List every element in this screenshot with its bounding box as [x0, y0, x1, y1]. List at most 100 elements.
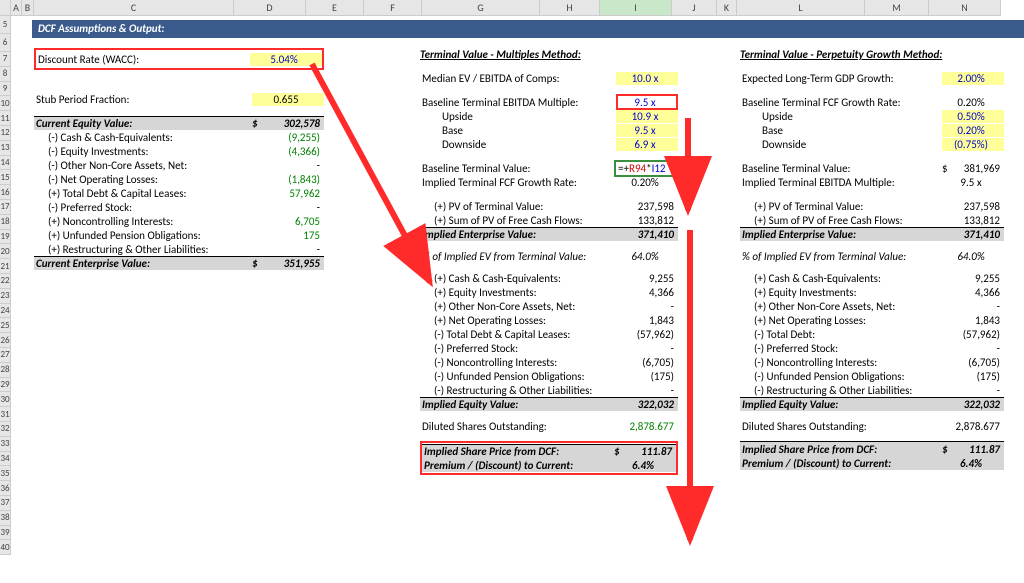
right-down-value[interactable]: (0.75%) — [942, 138, 1004, 151]
row-hdr-24[interactable]: 24 — [0, 304, 11, 319]
gdp-value[interactable]: 2.00% — [942, 72, 1004, 85]
row-hdr-6[interactable]: 6 — [0, 34, 11, 52]
right-bridge-row: (-) Restructuring & Other Liabilities:- — [740, 383, 1004, 397]
row-hdr-34[interactable]: 34 — [0, 452, 11, 467]
row-hdr-25[interactable]: 25 — [0, 318, 11, 333]
right-down-label: Downside — [740, 138, 942, 151]
col-hdr-B[interactable]: B — [22, 0, 34, 16]
left-bridge-label: (-) Preferred Stock: — [34, 201, 252, 214]
row-hdr-39[interactable]: 39 — [0, 526, 11, 541]
row-hdr-5[interactable]: 5 — [0, 16, 11, 34]
baseline-mult-value[interactable]: 9.5 x — [616, 94, 678, 110]
col-hdr-J[interactable]: J — [672, 0, 717, 16]
row-hdr-8[interactable]: 8 — [0, 67, 11, 82]
discount-rate-value[interactable]: 5.04% — [250, 53, 322, 66]
right-bridge-label: (+) Other Non-Core Assets, Net: — [740, 300, 942, 313]
col-hdr-G[interactable]: G — [422, 0, 540, 16]
mid-block: Terminal Value - Multiples Method: Media… — [420, 48, 678, 475]
row-hdr-37[interactable]: 37 — [0, 496, 11, 511]
right-isp-label: Implied Share Price from DCF: — [740, 443, 942, 456]
right-bridge-label: (+) Net Operating Losses: — [740, 314, 942, 327]
section-title: DCF Assumptions & Output: — [32, 20, 1024, 38]
mid-bridge-value: (57,962) — [616, 328, 678, 341]
right-bridge-value: - — [942, 384, 1004, 397]
mid-bridge-value: (6,705) — [616, 356, 678, 369]
left-bridge-row: (+) Total Debt & Capital Leases:57,962 — [34, 186, 324, 200]
worksheet-area[interactable]: DCF Assumptions & Output: Discount Rate … — [22, 16, 1024, 583]
right-upside-value[interactable]: 0.50% — [942, 110, 1004, 123]
row-hdr-28[interactable]: 28 — [0, 363, 11, 378]
row-hdr-33[interactable]: 33 — [0, 437, 11, 452]
row-hdr-9[interactable]: 9 — [0, 82, 11, 97]
median-ev-value[interactable]: 10.0 x — [616, 72, 678, 85]
col-hdr-N[interactable]: N — [929, 0, 1001, 16]
row-hdr-17[interactable]: 17 — [0, 200, 11, 215]
mid-pct-label: % of Implied EV from Terminal Value: — [420, 250, 616, 263]
col-hdr-D[interactable]: D — [234, 0, 306, 16]
col-hdr-L[interactable]: L — [737, 0, 865, 16]
row-hdr-15[interactable]: 15 — [0, 170, 11, 185]
row-hdr-7[interactable]: 7 — [0, 52, 11, 67]
right-base-value[interactable]: 0.20% — [942, 124, 1004, 137]
left-bridge-label: (+) Total Debt & Capital Leases: — [34, 187, 252, 200]
row-hdr-21[interactable]: 21 — [0, 259, 11, 274]
row-hdr-22[interactable]: 22 — [0, 274, 11, 289]
col-hdr-F[interactable]: F — [364, 0, 422, 16]
row-hdr-26[interactable]: 26 — [0, 333, 11, 348]
mid-bridge-row: (+) Net Operating Losses:1,843 — [420, 313, 678, 327]
left-bridge-row: (+) Noncontrolling Interests:6,705 — [34, 214, 324, 228]
row-hdr-36[interactable]: 36 — [0, 481, 11, 496]
stub-period-value[interactable]: 0.655 — [252, 93, 324, 106]
right-result-box: Implied Share Price from DCF:$111.87 Pre… — [740, 441, 1004, 470]
left-bridge-value: - — [252, 201, 324, 214]
col-hdr-corner[interactable] — [0, 0, 11, 16]
left-bridge-value: 6,705 — [252, 215, 324, 228]
right-upside-label: Upside — [740, 110, 942, 123]
discount-rate-label: Discount Rate (WACC): — [36, 53, 250, 66]
row-hdr-10[interactable]: 10 — [0, 96, 11, 111]
col-hdr-M[interactable]: M — [865, 0, 929, 16]
row-hdr-23[interactable]: 23 — [0, 289, 11, 304]
discount-rate-row: Discount Rate (WACC): 5.04% — [34, 48, 324, 70]
row-hdr-12[interactable]: 12 — [0, 126, 11, 141]
row-hdr-40[interactable]: 40 — [0, 540, 11, 555]
row-hdr-13[interactable]: 13 — [0, 141, 11, 156]
mid-bridge-value: 4,366 — [616, 286, 678, 299]
row-hdr-31[interactable]: 31 — [0, 407, 11, 422]
col-hdr-C[interactable]: C — [34, 0, 234, 16]
col-hdr-A[interactable]: A — [11, 0, 22, 16]
row-hdr-32[interactable]: 32 — [0, 422, 11, 437]
row-hdr-38[interactable]: 38 — [0, 511, 11, 526]
mid-isp-label: Implied Share Price from DCF: — [422, 445, 614, 458]
row-hdr-27[interactable]: 27 — [0, 348, 11, 363]
mid-upside-value[interactable]: 10.9 x — [616, 110, 678, 123]
left-block: Discount Rate (WACC): 5.04% Stub Period … — [34, 48, 324, 270]
mid-pv-fcf-label: (+) Sum of PV of Free Cash Flows: — [420, 214, 616, 227]
right-bridge-label: (-) Restructuring & Other Liabilities: — [740, 384, 942, 397]
mid-dso-label: Diluted Shares Outstanding: — [420, 420, 616, 433]
mid-bridge-row: (-) Total Debt & Capital Leases:(57,962) — [420, 327, 678, 341]
row-hdr-19[interactable]: 19 — [0, 230, 11, 245]
row-hdr-11[interactable]: 11 — [0, 111, 11, 126]
right-bridge-value: 9,255 — [942, 272, 1004, 285]
row-hdr-16[interactable]: 16 — [0, 185, 11, 200]
col-hdr-H[interactable]: H — [540, 0, 600, 16]
mid-down-value[interactable]: 6.9 x — [616, 138, 678, 151]
row-hdr-35[interactable]: 35 — [0, 466, 11, 481]
mid-bridge-row: (+) Equity Investments:4,366 — [420, 285, 678, 299]
col-hdr-I[interactable]: I — [600, 0, 672, 16]
mid-down-label: Downside — [420, 138, 616, 151]
row-hdr-14[interactable]: 14 — [0, 156, 11, 171]
formula-cell[interactable]: =+R94*I12 — [614, 160, 678, 177]
col-hdr-K[interactable]: K — [717, 0, 737, 16]
median-ev-row: Median EV / EBITDA of Comps: 10.0 x — [420, 71, 678, 85]
mid-bridge-value: 1,843 — [616, 314, 678, 327]
row-hdr-20[interactable]: 20 — [0, 244, 11, 259]
col-hdr-E[interactable]: E — [306, 0, 364, 16]
row-hdr-29[interactable]: 29 — [0, 378, 11, 393]
row-hdr-30[interactable]: 30 — [0, 392, 11, 407]
row-hdr-18[interactable]: 18 — [0, 215, 11, 230]
mid-base-value[interactable]: 9.5 x — [616, 124, 678, 137]
current-equity-label: Current Equity Value: — [34, 117, 252, 130]
mid-dso-value: 2,878.677 — [616, 420, 678, 433]
